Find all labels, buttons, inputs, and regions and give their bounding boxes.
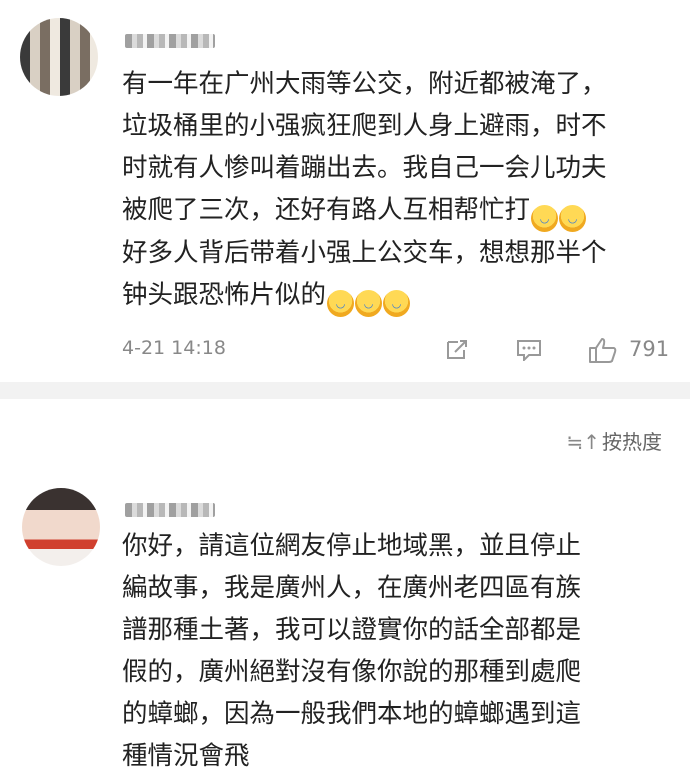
comment-line: 好多人背后带着小强上公交车，想想那半个 xyxy=(122,238,607,268)
comment-text: 你好，請這位網友停止地域黑，並且停止 編故事，我是廣州人，在廣州老四區有族 譜那… xyxy=(122,525,581,777)
comment-line: 垃圾桶里的小强疯狂爬到人身上避雨，时不 xyxy=(122,111,607,141)
avatar[interactable] xyxy=(20,18,98,96)
laugh-cry-emoji-icon: ◡ xyxy=(383,290,411,317)
comment-line: 譜那種土著，我可以證實你的話全部都是 xyxy=(122,615,582,645)
username-blurred[interactable] xyxy=(125,503,215,517)
comment-text: 有一年在广州大雨等公交，附近都被淹了， 垃圾桶里的小强疯狂爬到人身上避雨，时不 … xyxy=(122,63,607,317)
comment-line: 钟头跟恐怖片似的 xyxy=(122,280,327,310)
comment-line-with-emoji: 被爬了三次，还好有路人互相帮忙打 ◡ ◡ xyxy=(122,189,607,232)
comment-line: 你好，請這位網友停止地域黑，並且停止 xyxy=(122,531,582,561)
avatar[interactable] xyxy=(22,488,100,566)
laugh-cry-emoji-icon: ◡ xyxy=(531,205,559,232)
comment-line: 假的，廣州絕對沒有像你說的那種到處爬 xyxy=(122,657,582,687)
comment-line: 有一年在广州大雨等公交，附近都被淹了， xyxy=(122,69,607,99)
laugh-cry-emoji-icon: ◡ xyxy=(355,290,383,317)
comment-line: 編故事，我是廣州人，在廣州老四區有族 xyxy=(122,573,582,603)
sort-label: 按热度 xyxy=(602,430,662,454)
comment-line: 的蟑螂，因為一般我們本地的蟑螂遇到這 xyxy=(122,699,582,729)
sort-by-hot-button[interactable]: ≒↑ 按热度 xyxy=(566,426,662,455)
comment-icon[interactable] xyxy=(516,339,542,361)
sort-icon: ≒↑ xyxy=(566,430,600,454)
comment-line: 时就有人惨叫着蹦出去。我自己一会儿功夫 xyxy=(122,153,607,183)
username-blurred[interactable] xyxy=(125,34,215,48)
section-divider xyxy=(0,382,690,399)
comment-line-with-emoji: 钟头跟恐怖片似的 ◡ ◡ ◡ xyxy=(122,274,607,317)
comment-meta: 4-21 14:18 791 xyxy=(122,337,690,363)
timestamp: 4-21 14:18 xyxy=(122,337,226,359)
like-count: 791 xyxy=(629,337,670,361)
thumbs-up-icon[interactable] xyxy=(588,337,618,363)
comment-line: 種情況會飛 xyxy=(122,741,250,771)
laugh-cry-emoji-icon: ◡ xyxy=(327,290,355,317)
share-icon[interactable] xyxy=(444,339,470,361)
comment-line: 被爬了三次，还好有路人互相帮忙打 xyxy=(122,195,531,225)
laugh-cry-emoji-icon: ◡ xyxy=(559,205,587,232)
